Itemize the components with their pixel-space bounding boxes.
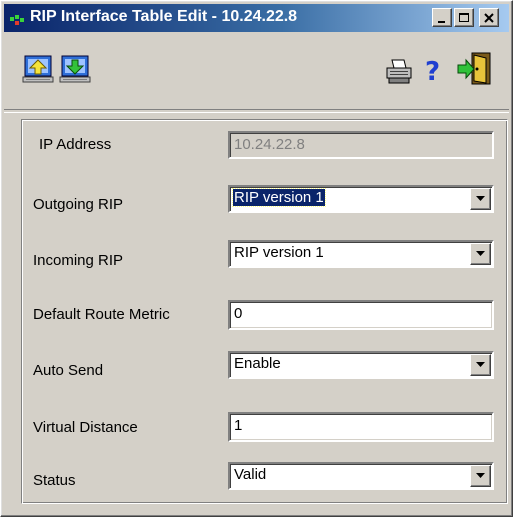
close-button[interactable]	[479, 8, 499, 27]
upload-icon[interactable]	[22, 52, 62, 92]
rip-interface-window: RIP Interface Table Edit - 10.24.22.8 ? …	[0, 0, 513, 517]
ip-address-field: 10.24.22.8	[228, 131, 494, 159]
auto-send-select[interactable]: Enable	[228, 351, 494, 379]
status-label: Status	[33, 472, 76, 489]
ip-address-label: IP Address	[39, 136, 112, 153]
exit-icon[interactable]	[456, 50, 496, 90]
svg-text:?: ?	[425, 57, 440, 86]
toolbar-separator	[4, 109, 509, 113]
form-panel: IP Address 10.24.22.8 Outgoing RIP RIP v…	[21, 119, 508, 504]
maximize-icon	[459, 13, 469, 22]
incoming-rip-label: Incoming RIP	[33, 252, 124, 269]
status-select[interactable]: Valid	[228, 462, 494, 490]
chevron-down-icon[interactable]	[470, 243, 491, 265]
auto-send-label: Auto Send	[33, 362, 104, 379]
download-icon[interactable]	[59, 52, 99, 92]
outgoing-rip-select[interactable]: RIP version 1	[228, 185, 494, 213]
close-icon	[484, 13, 494, 23]
app-icon	[10, 12, 24, 25]
toolbar: ?	[4, 34, 509, 108]
auto-send-value: Enable	[234, 355, 281, 372]
title-bar[interactable]: RIP Interface Table Edit - 10.24.22.8	[4, 4, 509, 32]
help-icon[interactable]: ?	[421, 54, 461, 94]
maximize-button[interactable]	[454, 8, 474, 27]
virtual-distance-field[interactable]: 1	[228, 412, 494, 442]
minimize-button[interactable]	[432, 8, 452, 27]
outgoing-rip-value: RIP version 1	[232, 188, 326, 207]
window-title: RIP Interface Table Edit - 10.24.22.8	[30, 8, 298, 25]
printer-icon[interactable]	[384, 56, 424, 96]
default-route-metric-field[interactable]: 0	[228, 300, 494, 330]
incoming-rip-value: RIP version 1	[234, 244, 324, 261]
chevron-down-icon[interactable]	[470, 354, 491, 376]
incoming-rip-select[interactable]: RIP version 1	[228, 240, 494, 268]
chevron-down-icon[interactable]	[470, 465, 491, 487]
status-value: Valid	[234, 466, 267, 483]
virtual-distance-label: Virtual Distance	[33, 419, 138, 436]
default-route-metric-label: Default Route Metric	[33, 306, 170, 323]
outgoing-rip-label: Outgoing RIP	[33, 196, 124, 213]
minimize-icon	[438, 21, 445, 23]
chevron-down-icon[interactable]	[470, 188, 491, 210]
